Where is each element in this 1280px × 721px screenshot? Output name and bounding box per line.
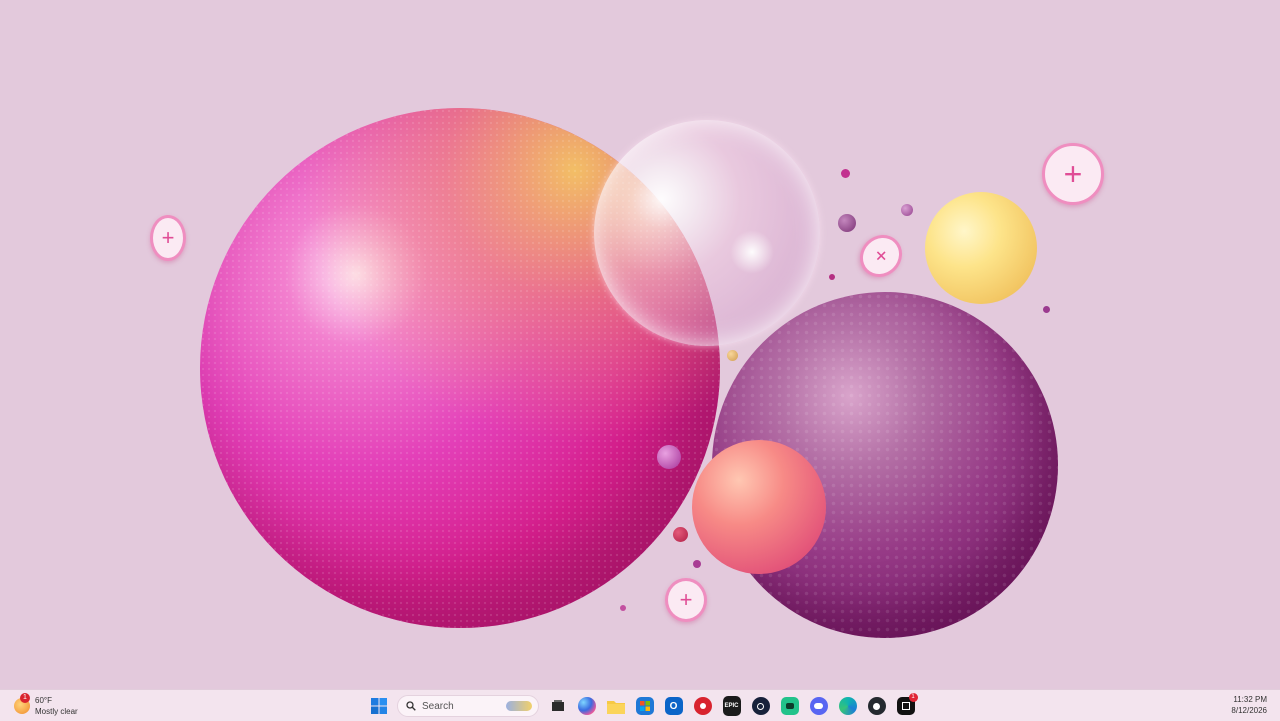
weather-condition: Mostly clear xyxy=(35,707,78,716)
system-clock[interactable]: 11:32 PM 8/12/2026 xyxy=(1231,694,1267,716)
yellow-sphere xyxy=(925,192,1037,304)
weather-sun-icon: 1 xyxy=(14,693,30,714)
plus-coin: + xyxy=(1042,143,1104,205)
plus-coin: + xyxy=(150,215,186,261)
desktop-wallpaper: + + + + xyxy=(0,0,1280,689)
taskbar-center: Search O EPIC 1 xyxy=(364,693,920,718)
search-highlight-icon xyxy=(506,701,532,711)
tiny-ball xyxy=(620,605,626,611)
weather-badge: 1 xyxy=(20,693,30,703)
app-notification-badge: 1 xyxy=(908,693,918,702)
epic-games-label: EPIC xyxy=(724,703,739,709)
plus-coin: + xyxy=(665,578,707,622)
outlook-icon[interactable]: O xyxy=(664,697,683,715)
small-plum-ball xyxy=(838,214,856,232)
windows-start-icon[interactable] xyxy=(368,695,390,717)
copilot-icon[interactable] xyxy=(577,697,596,715)
tiny-ball xyxy=(829,274,835,280)
file-explorer-icon[interactable] xyxy=(605,695,627,717)
steam-icon[interactable] xyxy=(751,697,770,715)
glass-bubble xyxy=(594,120,820,346)
clock-date: 8/12/2026 xyxy=(1231,706,1267,715)
task-view-icon[interactable] xyxy=(547,695,569,717)
bubble-highlight xyxy=(730,230,774,274)
edge-icon[interactable] xyxy=(838,697,857,715)
github-icon[interactable] xyxy=(867,697,886,715)
weather-temperature: 60°F xyxy=(35,696,52,705)
tiny-ball xyxy=(1043,306,1050,313)
red-app-icon[interactable] xyxy=(693,697,712,715)
tiny-ball xyxy=(841,169,850,178)
discord-icon[interactable] xyxy=(809,697,828,715)
tiny-gold-ball xyxy=(727,350,738,361)
tiny-ball xyxy=(693,560,701,568)
taskbar: 1 60°F Mostly clear Search O EPIC 1 11:3… xyxy=(0,689,1280,721)
taskbar-search-box[interactable]: Search xyxy=(397,695,539,717)
search-placeholder: Search xyxy=(422,700,454,712)
epic-games-icon[interactable]: EPIC xyxy=(722,696,741,716)
search-icon xyxy=(406,701,416,711)
coral-sphere xyxy=(692,440,826,574)
small-plum-ball xyxy=(901,204,913,216)
weather-widget[interactable]: 1 60°F Mostly clear xyxy=(14,693,78,719)
store-icon[interactable] xyxy=(635,697,654,715)
plus-coin: + xyxy=(851,226,911,286)
clock-time: 11:32 PM xyxy=(1233,695,1267,704)
green-app-icon[interactable] xyxy=(780,697,799,715)
small-red-ball xyxy=(673,527,688,542)
black-app-icon[interactable]: 1 xyxy=(896,693,918,715)
small-purple-ball xyxy=(657,445,681,469)
